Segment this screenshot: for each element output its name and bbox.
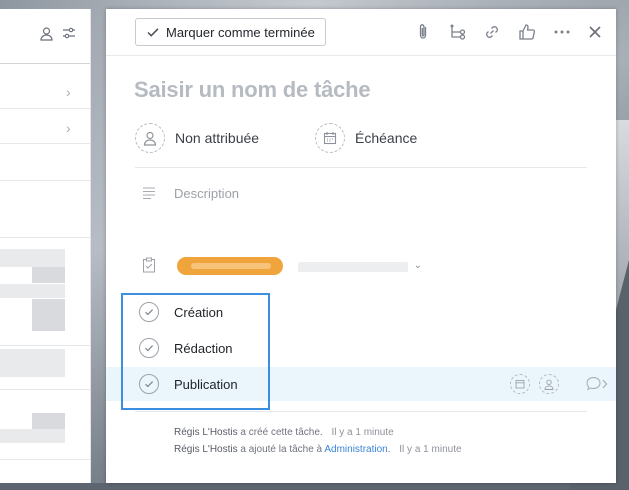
subtask-row[interactable]: Publication (106, 367, 616, 401)
clipboard-icon (143, 257, 155, 273)
blurred-project-name (191, 263, 271, 269)
section-dropdown[interactable]: ⌄ (298, 259, 422, 275)
activity-text-end: . (387, 444, 391, 455)
subtask-due-calendar-icon[interactable] (510, 374, 530, 394)
list-header-icons (40, 27, 85, 47)
assignee-field[interactable]: Non attribuée (135, 122, 259, 154)
close-icon[interactable] (585, 22, 605, 42)
subtask-row[interactable]: Rédaction (106, 331, 616, 365)
description-input[interactable]: Description (174, 186, 239, 201)
blurred-list-item (32, 299, 65, 331)
subtask-check-icon[interactable] (139, 374, 159, 394)
subtask-icon[interactable] (448, 22, 468, 42)
blurred-list-item (0, 349, 65, 377)
subtask-comment-icon[interactable] (585, 375, 609, 393)
list-header-divider (0, 63, 90, 64)
mark-complete-label: Marquer comme terminée (166, 24, 315, 40)
blurred-list-item (0, 429, 65, 443)
assignee-label: Non attribuée (175, 130, 260, 146)
check-icon (147, 28, 159, 37)
list-row-divider (0, 108, 90, 109)
user-icon[interactable] (40, 27, 53, 44)
blurred-list-item (32, 413, 65, 429)
activity-text: a créé cette tâche. (240, 427, 323, 438)
divider (135, 167, 587, 168)
blurred-list-item (0, 284, 65, 298)
activity-author[interactable]: Régis L'Hostis (174, 444, 238, 455)
chevron-right-icon[interactable]: › (66, 84, 71, 100)
description-icon (143, 187, 155, 199)
blurred-section-name (298, 262, 408, 272)
blurred-list-item (32, 267, 65, 283)
filter-icon[interactable] (62, 27, 76, 42)
paperclip-icon[interactable] (413, 22, 433, 42)
more-icon[interactable] (552, 22, 572, 42)
subtask-name: Publication (174, 376, 238, 392)
activity-project-link[interactable]: Administration (324, 444, 387, 455)
assignee-avatar-icon (135, 123, 165, 153)
like-icon[interactable] (517, 22, 537, 42)
activity-text: a ajouté la tâche à (240, 444, 323, 455)
mark-complete-button[interactable]: Marquer comme terminée (135, 18, 326, 46)
chevron-down-icon: ⌄ (413, 260, 422, 271)
project-tag[interactable] (177, 257, 283, 275)
link-icon[interactable] (482, 22, 502, 42)
blurred-list-item (0, 249, 65, 267)
activity-time: Il y a 1 minute (331, 427, 394, 438)
chevron-right-icon[interactable]: › (66, 120, 71, 136)
list-row-divider (0, 143, 90, 144)
list-row-divider (0, 180, 90, 181)
calendar-icon (315, 123, 345, 153)
subtask-name: Création (174, 304, 224, 320)
activity-author[interactable]: Régis L'Hostis (174, 427, 238, 438)
task-name-input[interactable]: Saisir un nom de tâche (134, 77, 371, 103)
list-row-divider (0, 459, 90, 460)
list-row-divider (0, 345, 90, 346)
task-list-panel: › › (0, 9, 91, 483)
divider (135, 411, 587, 412)
list-row-divider (0, 389, 90, 390)
due-date-label: Échéance (355, 130, 418, 146)
due-date-field[interactable]: Échéance (315, 122, 417, 154)
subtask-assignee-icon[interactable] (539, 374, 559, 394)
subtask-row[interactable]: Création (106, 295, 616, 329)
list-row-divider (0, 237, 90, 238)
task-detail-panel: Marquer comme terminée Saisir un nom de … (106, 9, 616, 483)
activity-item: Régis L'Hostis a ajouté la tâche à Admin… (174, 444, 462, 455)
subtask-check-icon[interactable] (139, 338, 159, 358)
task-toolbar: Marquer comme terminée (106, 9, 616, 56)
activity-item: Régis L'Hostis a créé cette tâche. Il y … (174, 427, 394, 438)
subtask-check-icon[interactable] (139, 302, 159, 322)
activity-time: Il y a 1 minute (399, 444, 462, 455)
subtask-name: Rédaction (174, 340, 233, 356)
